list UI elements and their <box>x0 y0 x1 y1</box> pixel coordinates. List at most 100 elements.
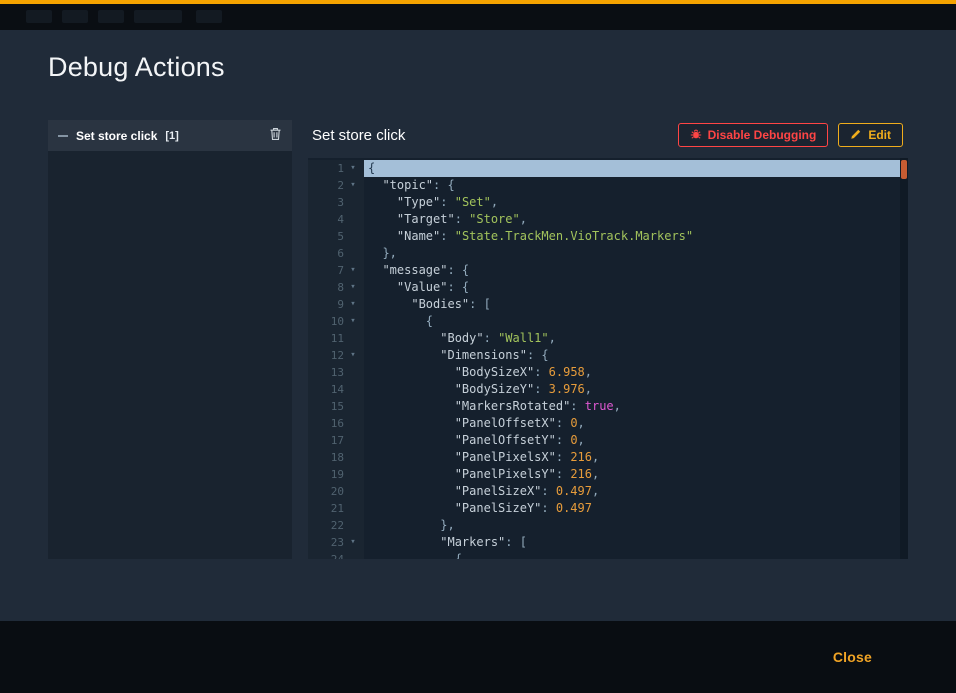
editor-line[interactable]: 17 "PanelOffsetY": 0, <box>308 432 908 449</box>
code-line[interactable]: "message": { <box>364 262 908 279</box>
fold-chevron-down-icon[interactable]: ▾ <box>344 279 362 296</box>
code-line[interactable]: "Target": "Store", <box>364 211 908 228</box>
editor-line[interactable]: 15 "MarkersRotated": true, <box>308 398 908 415</box>
minus-icon[interactable] <box>58 135 68 137</box>
editor-gutter-cell: 14 <box>308 381 364 398</box>
editor-line[interactable]: 9▾ "Bodies": [ <box>308 296 908 313</box>
editor-gutter-cell: 3 <box>308 194 364 211</box>
delete-action-button[interactable] <box>269 127 282 144</box>
editor-line[interactable]: 2▾ "topic": { <box>308 177 908 194</box>
fold-placeholder <box>344 483 362 500</box>
editor-gutter-cell: 7▾ <box>308 262 364 279</box>
editor-line[interactable]: 16 "PanelOffsetX": 0, <box>308 415 908 432</box>
editor-line[interactable]: 1▾{ <box>308 160 908 177</box>
editor-line[interactable]: 4 "Target": "Store", <box>308 211 908 228</box>
fold-placeholder <box>344 330 362 347</box>
code-line[interactable]: "Value": { <box>364 279 908 296</box>
line-number: 6 <box>308 245 344 262</box>
editor-gutter-cell: 5 <box>308 228 364 245</box>
editor-gutter-cell: 9▾ <box>308 296 364 313</box>
editor-line[interactable]: 11 "Body": "Wall1", <box>308 330 908 347</box>
fold-placeholder <box>344 415 362 432</box>
line-number: 3 <box>308 194 344 211</box>
fold-placeholder <box>344 449 362 466</box>
edit-label: Edit <box>868 128 891 142</box>
code-line[interactable]: "PanelPixelsY": 216, <box>364 466 908 483</box>
fold-chevron-down-icon[interactable]: ▾ <box>344 160 362 177</box>
editor-gutter-cell: 11 <box>308 330 364 347</box>
disable-debugging-button[interactable]: Disable Debugging <box>678 123 829 147</box>
code-line[interactable]: "Markers": [ <box>364 534 908 551</box>
scrollbar-thumb[interactable] <box>901 160 907 179</box>
fold-placeholder <box>344 500 362 517</box>
editor-gutter-cell: 22 <box>308 517 364 534</box>
editor-line[interactable]: 8▾ "Value": { <box>308 279 908 296</box>
editor-gutter-cell: 16 <box>308 415 364 432</box>
editor-gutter-cell: 2▾ <box>308 177 364 194</box>
code-line[interactable]: "Body": "Wall1", <box>364 330 908 347</box>
edit-button[interactable]: Edit <box>838 123 903 147</box>
code-line[interactable]: { <box>364 313 908 330</box>
code-line[interactable]: { <box>364 160 908 177</box>
line-number: 8 <box>308 279 344 296</box>
fold-chevron-down-icon[interactable]: ▾ <box>344 347 362 364</box>
fold-chevron-down-icon[interactable]: ▾ <box>344 313 362 330</box>
top-accent-bar <box>0 0 956 4</box>
editor-line[interactable]: 20 "PanelSizeX": 0.497, <box>308 483 908 500</box>
fold-chevron-down-icon[interactable]: ▾ <box>344 296 362 313</box>
editor-line[interactable]: 23▾ "Markers": [ <box>308 534 908 551</box>
code-line[interactable]: "PanelSizeX": 0.497, <box>364 483 908 500</box>
code-line[interactable]: "topic": { <box>364 177 908 194</box>
editor-scrollbar[interactable] <box>900 158 908 559</box>
editor-gutter-cell: 1▾ <box>308 160 364 177</box>
editor-gutter-cell: 13 <box>308 364 364 381</box>
editor-line[interactable]: 24 { <box>308 551 908 559</box>
line-number: 11 <box>308 330 344 347</box>
json-editor[interactable]: 1▾{2▾ "topic": {3 "Type": "Set",4 "Targe… <box>308 158 908 559</box>
editor-line[interactable]: 10▾ { <box>308 313 908 330</box>
code-line[interactable]: "MarkersRotated": true, <box>364 398 908 415</box>
code-line[interactable]: "BodySizeX": 6.958, <box>364 364 908 381</box>
fold-placeholder <box>344 364 362 381</box>
editor-line[interactable]: 3 "Type": "Set", <box>308 194 908 211</box>
code-line[interactable]: { <box>364 551 908 559</box>
editor-line[interactable]: 19 "PanelPixelsY": 216, <box>308 466 908 483</box>
editor-rows: 1▾{2▾ "topic": {3 "Type": "Set",4 "Targe… <box>308 158 908 559</box>
editor-line[interactable]: 6 }, <box>308 245 908 262</box>
editor-gutter-cell: 8▾ <box>308 279 364 296</box>
action-list-item[interactable]: Set store click [1] <box>48 120 292 151</box>
app-top-bar <box>0 0 956 30</box>
line-number: 10 <box>308 313 344 330</box>
code-line[interactable]: }, <box>364 517 908 534</box>
editor-line[interactable]: 21 "PanelSizeY": 0.497 <box>308 500 908 517</box>
code-line[interactable]: "Dimensions": { <box>364 347 908 364</box>
code-line[interactable]: "Bodies": [ <box>364 296 908 313</box>
code-line[interactable]: "Type": "Set", <box>364 194 908 211</box>
line-number: 14 <box>308 381 344 398</box>
fold-chevron-down-icon[interactable]: ▾ <box>344 262 362 279</box>
code-line[interactable]: "BodySizeY": 3.976, <box>364 381 908 398</box>
editor-line[interactable]: 14 "BodySizeY": 3.976, <box>308 381 908 398</box>
detail-header: Set store click Disable Debugging <box>308 118 908 152</box>
close-button[interactable]: Close <box>833 649 872 665</box>
code-line[interactable]: "PanelOffsetX": 0, <box>364 415 908 432</box>
code-line[interactable]: "PanelSizeY": 0.497 <box>364 500 908 517</box>
editor-line[interactable]: 13 "BodySizeX": 6.958, <box>308 364 908 381</box>
line-number: 22 <box>308 517 344 534</box>
editor-line[interactable]: 12▾ "Dimensions": { <box>308 347 908 364</box>
editor-gutter-cell: 17 <box>308 432 364 449</box>
fold-chevron-down-icon[interactable]: ▾ <box>344 177 362 194</box>
code-line[interactable]: }, <box>364 245 908 262</box>
line-number: 12 <box>308 347 344 364</box>
editor-line[interactable]: 22 }, <box>308 517 908 534</box>
code-line[interactable]: "PanelPixelsX": 216, <box>364 449 908 466</box>
code-line[interactable]: "PanelOffsetY": 0, <box>364 432 908 449</box>
editor-line[interactable]: 7▾ "message": { <box>308 262 908 279</box>
editor-line[interactable]: 18 "PanelPixelsX": 216, <box>308 449 908 466</box>
fold-placeholder <box>344 432 362 449</box>
editor-line[interactable]: 5 "Name": "State.TrackMen.VioTrack.Marke… <box>308 228 908 245</box>
line-number: 17 <box>308 432 344 449</box>
fold-chevron-down-icon[interactable]: ▾ <box>344 534 362 551</box>
fold-placeholder <box>344 466 362 483</box>
code-line[interactable]: "Name": "State.TrackMen.VioTrack.Markers… <box>364 228 908 245</box>
